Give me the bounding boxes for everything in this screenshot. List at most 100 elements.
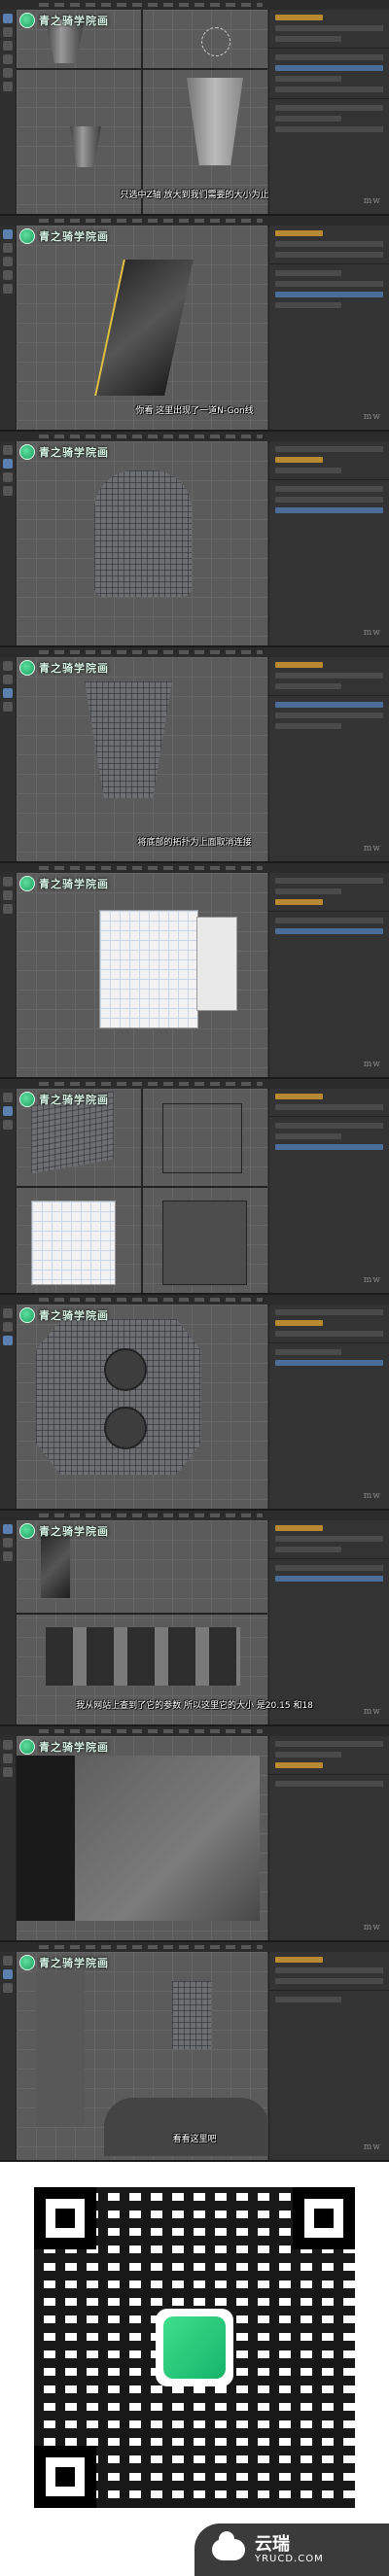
menu-items[interactable] bbox=[39, 1945, 263, 1949]
attributes-panel[interactable] bbox=[268, 10, 389, 214]
reference-photo[interactable] bbox=[75, 1756, 260, 1921]
attributes-panel[interactable] bbox=[268, 873, 389, 1077]
3d-viewport[interactable] bbox=[17, 441, 267, 645]
toolbar-icon[interactable] bbox=[3, 27, 13, 37]
mesh-model-top[interactable] bbox=[162, 1103, 242, 1173]
mesh-model-face[interactable] bbox=[36, 1319, 201, 1475]
circle-object[interactable] bbox=[201, 27, 230, 56]
attributes-panel[interactable] bbox=[268, 1089, 389, 1293]
toolbar-icon[interactable] bbox=[3, 688, 13, 698]
toolbar-icon[interactable] bbox=[3, 675, 13, 684]
toolbar-icon[interactable] bbox=[3, 890, 13, 900]
blueprint-reference[interactable] bbox=[99, 910, 198, 1028]
3d-viewport[interactable] bbox=[17, 1520, 267, 1724]
toolbar-icon[interactable] bbox=[3, 1120, 13, 1130]
menu-items[interactable] bbox=[39, 435, 263, 438]
toolbar-icon[interactable] bbox=[3, 486, 13, 496]
toolbar-icon[interactable] bbox=[3, 1956, 13, 1966]
mesh-model[interactable] bbox=[94, 470, 192, 597]
attributes-panel[interactable] bbox=[268, 657, 389, 861]
menu-items[interactable] bbox=[39, 1729, 263, 1733]
cup-model-large[interactable] bbox=[187, 78, 243, 165]
reference-photo-left[interactable] bbox=[36, 1971, 85, 2127]
left-toolbar[interactable] bbox=[0, 873, 17, 1077]
left-toolbar[interactable] bbox=[0, 1520, 17, 1724]
3d-viewport[interactable] bbox=[17, 1736, 267, 1940]
3d-viewport[interactable] bbox=[17, 10, 267, 214]
toolbar-icon[interactable] bbox=[3, 1969, 13, 1979]
toolbar-icon[interactable] bbox=[3, 1308, 13, 1318]
toolbar-icon[interactable] bbox=[3, 1538, 13, 1548]
toolbar-icon[interactable] bbox=[3, 472, 13, 482]
left-toolbar[interactable] bbox=[0, 10, 17, 214]
left-toolbar[interactable] bbox=[0, 1089, 17, 1293]
toolbar-icon[interactable] bbox=[3, 284, 13, 294]
cup-model-front[interactable] bbox=[70, 126, 101, 167]
left-toolbar[interactable] bbox=[0, 226, 17, 430]
attributes-panel[interactable] bbox=[268, 1736, 389, 1940]
attributes-panel[interactable] bbox=[268, 1520, 389, 1724]
left-toolbar[interactable] bbox=[0, 1305, 17, 1509]
cup-mesh[interactable] bbox=[85, 681, 172, 798]
toolbar-icon[interactable] bbox=[3, 1106, 13, 1116]
toolbar-icon[interactable] bbox=[3, 270, 13, 280]
toolbar-icon[interactable] bbox=[3, 1336, 13, 1345]
attributes-panel[interactable] bbox=[268, 1952, 389, 2160]
menu-items[interactable] bbox=[39, 3, 263, 7]
menu-items[interactable] bbox=[39, 1298, 263, 1302]
mesh-model-side[interactable] bbox=[162, 1201, 247, 1285]
camera-model[interactable] bbox=[41, 1535, 70, 1598]
left-toolbar[interactable] bbox=[0, 1736, 17, 1940]
toolbar-icon[interactable] bbox=[3, 229, 13, 239]
toolbar-icon[interactable] bbox=[3, 1093, 13, 1102]
toolbar-icon[interactable] bbox=[3, 14, 13, 23]
mesh-model-small[interactable] bbox=[172, 1981, 211, 2049]
3d-viewport[interactable] bbox=[17, 1952, 269, 2160]
blueprint-front[interactable] bbox=[31, 1201, 116, 1285]
3d-viewport-quad[interactable] bbox=[17, 1089, 267, 1293]
menu-items[interactable] bbox=[39, 650, 263, 654]
toolbar-icon[interactable] bbox=[3, 702, 13, 712]
toolbar-icon[interactable] bbox=[3, 257, 13, 266]
left-toolbar[interactable] bbox=[0, 657, 17, 861]
menu-items[interactable] bbox=[39, 1082, 263, 1086]
menu-items[interactable] bbox=[39, 866, 263, 870]
menu-items[interactable] bbox=[39, 1514, 263, 1517]
left-toolbar[interactable] bbox=[0, 441, 17, 645]
toolbar-icon[interactable] bbox=[3, 877, 13, 887]
toolbar-icon[interactable] bbox=[3, 243, 13, 253]
brand-url[interactable]: YRUCD.COM bbox=[255, 2554, 324, 2564]
3d-viewport[interactable] bbox=[17, 1305, 267, 1509]
toolbar-icon[interactable] bbox=[3, 1983, 13, 1993]
button-hole-bottom[interactable] bbox=[104, 1407, 147, 1449]
toolbar-icon[interactable] bbox=[3, 459, 13, 469]
toolbar-icon[interactable] bbox=[3, 1322, 13, 1332]
toolbar-icon[interactable] bbox=[3, 1767, 13, 1777]
toolbar-icon[interactable] bbox=[3, 68, 13, 78]
brand-badge[interactable]: 云瑞 YRUCD.COM bbox=[194, 2524, 389, 2576]
3d-viewport[interactable] bbox=[17, 873, 267, 1077]
blueprint-side-view[interactable] bbox=[196, 917, 237, 1011]
attributes-panel[interactable] bbox=[268, 1305, 389, 1509]
reference-images-row[interactable] bbox=[46, 1627, 240, 1686]
toolbar-icon[interactable] bbox=[3, 1740, 13, 1750]
toolbar-icon[interactable] bbox=[3, 661, 13, 671]
toolbar-icon[interactable] bbox=[3, 54, 13, 64]
toolbar-icon[interactable] bbox=[3, 904, 13, 914]
3d-viewport[interactable] bbox=[17, 657, 267, 861]
button-hole-top[interactable] bbox=[104, 1348, 147, 1391]
extruded-model[interactable] bbox=[94, 260, 194, 396]
left-toolbar[interactable] bbox=[0, 1952, 17, 2160]
3d-viewport[interactable] bbox=[17, 226, 267, 430]
attributes-panel[interactable] bbox=[268, 441, 389, 645]
reference-photo-dark[interactable] bbox=[17, 1756, 75, 1921]
toolbar-icon[interactable] bbox=[3, 82, 13, 91]
attributes-panel[interactable] bbox=[268, 226, 389, 430]
reference-photo-bottom[interactable] bbox=[104, 2098, 269, 2156]
toolbar-icon[interactable] bbox=[3, 1524, 13, 1534]
menu-items[interactable] bbox=[39, 219, 263, 223]
toolbar-icon[interactable] bbox=[3, 1551, 13, 1561]
toolbar-icon[interactable] bbox=[3, 445, 13, 455]
toolbar-icon[interactable] bbox=[3, 41, 13, 51]
toolbar-icon[interactable] bbox=[3, 1754, 13, 1763]
